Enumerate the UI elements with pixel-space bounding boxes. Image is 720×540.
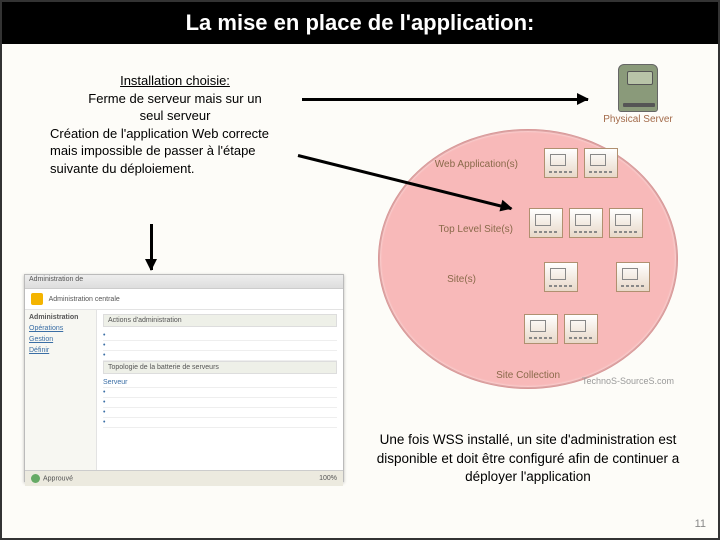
site-collection-ellipse — [378, 129, 678, 389]
admin-main: Actions d'administration • • • Topologie… — [97, 310, 343, 470]
page-icon — [616, 262, 650, 292]
status-dot-icon — [31, 474, 40, 483]
slide-title: La mise en place de l'application: — [2, 2, 718, 44]
description-block: Installation choisie: Ferme de serveur m… — [50, 72, 300, 177]
admin-header: Administration centrale — [25, 289, 343, 310]
desc-line2: seul serveur — [50, 107, 300, 125]
webapp-icons — [544, 148, 618, 178]
page-icon — [544, 262, 578, 292]
layer-webapp: Web Application(s) — [435, 159, 518, 170]
server-label: Physical Server — [588, 114, 688, 125]
toplevel-icons — [529, 208, 643, 238]
layer-collection: Site Collection — [496, 370, 560, 381]
page-icon — [609, 208, 643, 238]
nav-link: Définir — [29, 347, 92, 354]
sharepoint-icon — [31, 293, 43, 305]
admin-title: Administration centrale — [49, 296, 120, 303]
status-pct: 100% — [319, 475, 337, 482]
diagram-watermark: TechnoS-SourceS.com — [582, 376, 674, 386]
server-icon — [618, 64, 658, 112]
page-number: 11 — [695, 518, 706, 530]
desc-heading: Installation choisie: — [50, 72, 300, 90]
status-text: Approuvé — [43, 475, 73, 482]
col-header: Serveur — [103, 379, 220, 386]
physical-server: Physical Server — [588, 64, 688, 125]
site-icons — [524, 314, 598, 344]
page-icon — [529, 208, 563, 238]
admin-status-bar: Approuvé 100% — [25, 470, 343, 486]
page-icon — [584, 148, 618, 178]
layer-toplevel: Top Level Site(s) — [439, 224, 513, 235]
desc-paragraph: Création de l'application Web correcte m… — [50, 125, 300, 178]
desc-line1: Ferme de serveur mais sur un — [50, 90, 300, 108]
site-icons — [544, 262, 578, 292]
bottom-caption: Une fois WSS installé, un site d'adminis… — [368, 431, 688, 486]
site-icons — [616, 262, 650, 292]
section-header: Topologie de la batterie de serveurs — [103, 361, 337, 374]
page-icon — [569, 208, 603, 238]
admin-sidebar: Administration Opérations Gestion Défini… — [25, 310, 97, 470]
page-icon — [564, 314, 598, 344]
admin-breadcrumb: Administration de — [25, 275, 343, 289]
section-header: Actions d'administration — [103, 314, 337, 327]
page-icon — [544, 148, 578, 178]
nav-section: Administration — [29, 314, 92, 321]
layer-sites: Site(s) — [447, 274, 476, 285]
slide-content: Installation choisie: Ferme de serveur m… — [2, 44, 718, 536]
nav-link: Gestion — [29, 336, 92, 343]
page-icon — [524, 314, 558, 344]
admin-screenshot: Administration de Administration central… — [24, 274, 344, 482]
arrow-to-server — [302, 98, 588, 101]
arrow-to-screenshot — [150, 224, 153, 270]
nav-link: Opérations — [29, 325, 92, 332]
